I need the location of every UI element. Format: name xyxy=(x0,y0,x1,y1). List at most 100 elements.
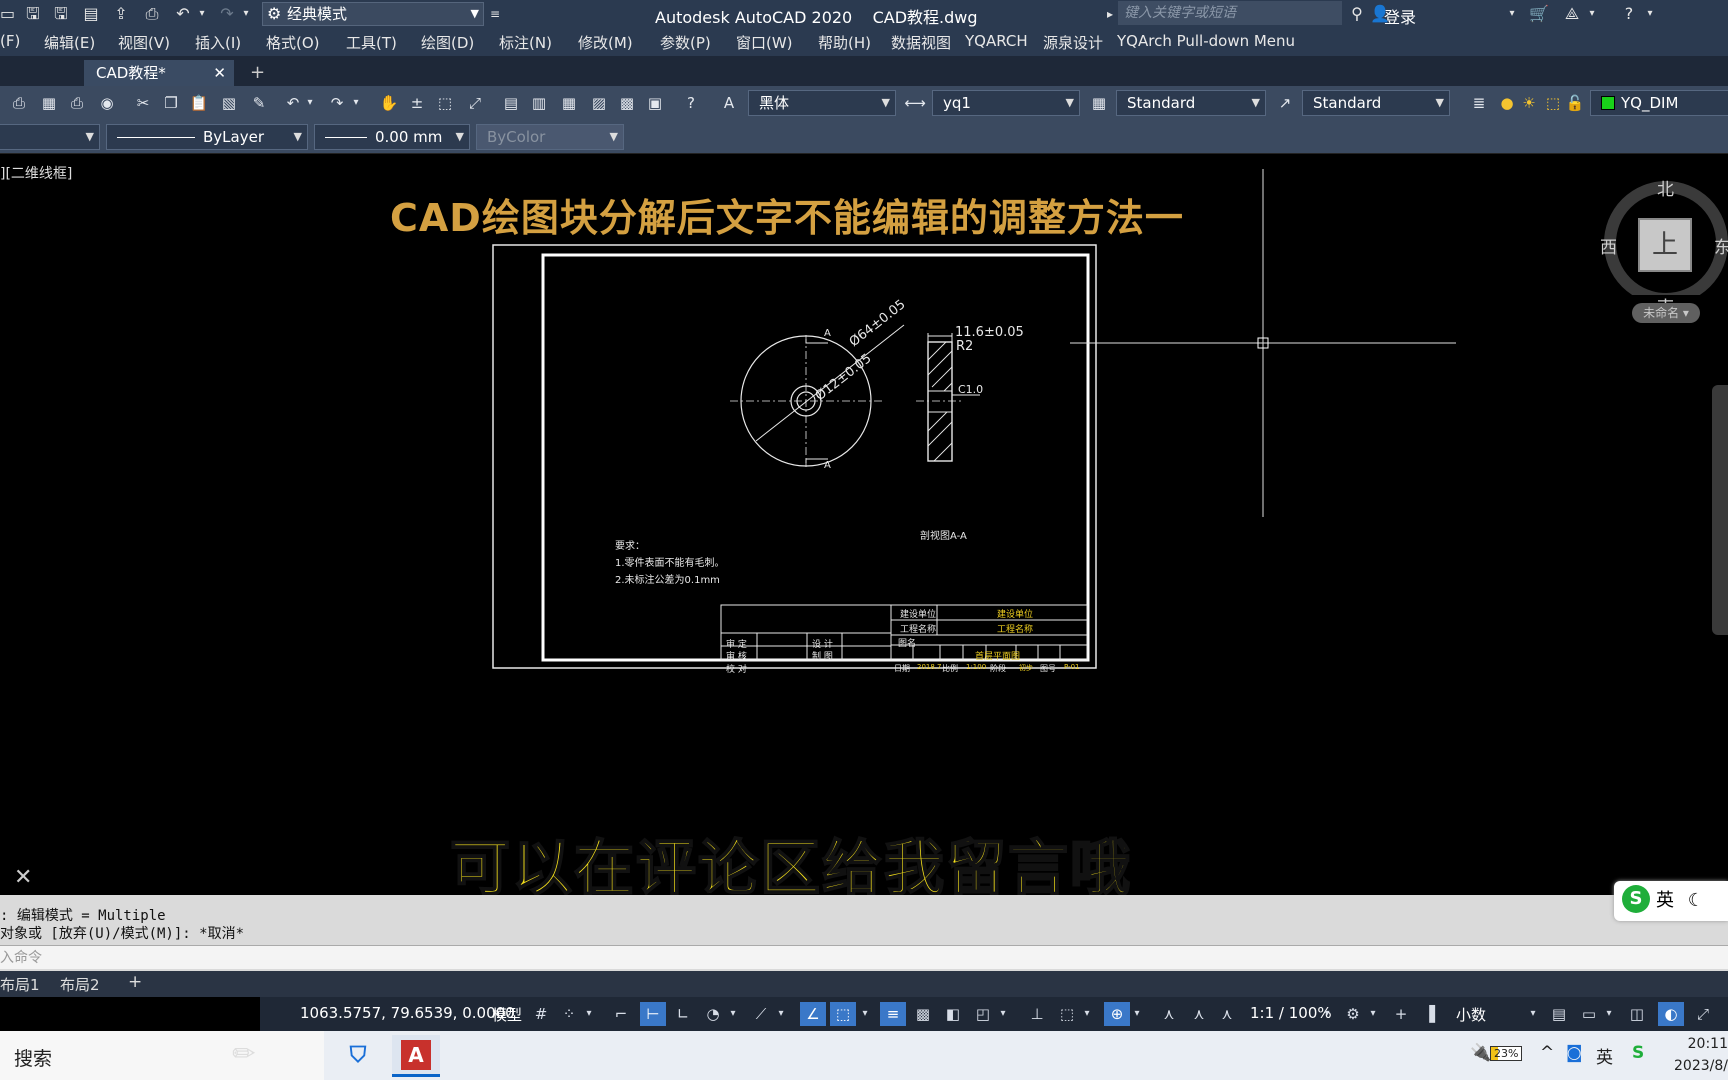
redo-dropdown-icon[interactable]: ▾ xyxy=(350,92,362,114)
calculator-icon[interactable]: ▣ xyxy=(644,92,666,114)
power-icon[interactable]: 🔌 xyxy=(1470,1043,1491,1063)
menu-yqarch-pulldown[interactable]: YQArch Pull-down Menu xyxy=(1117,32,1295,50)
pan-icon[interactable]: ✋ xyxy=(378,92,400,114)
units-icon[interactable]: ▌ xyxy=(1422,1002,1448,1026)
ime-toolbar[interactable]: S英 ☾ xyxy=(1614,881,1728,921)
layer-properties-icon[interactable]: ≣ xyxy=(1468,92,1490,114)
menu-view[interactable]: 视图(V) xyxy=(118,32,170,53)
close-icon[interactable]: ✕ xyxy=(213,60,226,86)
match-properties-icon[interactable]: ▧ xyxy=(218,92,240,114)
sogou-tray-icon[interactable]: S xyxy=(1632,1043,1644,1063)
drawing-canvas[interactable]: ][二维线框] CAD绘图块分解后文字不能编辑的调整方法一 A A Ø64±0.… xyxy=(0,155,1728,905)
cart-icon[interactable]: 🛒 xyxy=(1528,3,1550,25)
table-style-icon[interactable]: ▦ xyxy=(1088,92,1110,114)
multileader-style-select[interactable]: Standard ▼ xyxy=(1302,90,1450,116)
file-tab[interactable]: CAD教程* ✕ xyxy=(84,60,234,86)
3d-osnap-icon[interactable]: ◰ xyxy=(970,1002,996,1026)
publish-icon[interactable]: ⇪ xyxy=(110,3,132,25)
block-editor-icon[interactable]: ✎ xyxy=(248,92,270,114)
layer-thaw-icon[interactable]: ☀ xyxy=(1518,92,1540,114)
polar-dropdown-icon[interactable]: ▾ xyxy=(726,1002,740,1026)
cut-icon[interactable]: ✂ xyxy=(132,92,154,114)
lineweight-icon[interactable]: ≡ xyxy=(880,1002,906,1026)
dim-style-select[interactable]: yq1 ▼ xyxy=(932,90,1080,116)
save-icon[interactable]: 🖫 xyxy=(22,3,44,25)
menu-edit[interactable]: 编辑(E) xyxy=(44,32,95,53)
redo-dropdown-icon[interactable]: ▾ xyxy=(240,3,252,25)
gizmo-icon[interactable]: ⊕ xyxy=(1104,1002,1130,1026)
tray-app-icon[interactable]: ◙ xyxy=(1566,1043,1583,1063)
quick-properties-icon[interactable]: ▤ xyxy=(1546,1002,1572,1026)
compass-west[interactable]: 西 xyxy=(1600,233,1617,258)
zoom-window-icon[interactable]: ⬚ xyxy=(434,92,456,114)
snap-icon[interactable]: ⁘ xyxy=(556,1002,582,1026)
transparency-icon[interactable]: ▩ xyxy=(910,1002,936,1026)
dynamic-ucs-icon[interactable]: ⊥ xyxy=(1024,1002,1050,1026)
plot-icon[interactable]: ⎙ xyxy=(8,92,30,114)
workspace-dropdown-icon[interactable]: ▾ xyxy=(1366,1002,1380,1026)
multileader-style-icon[interactable]: ↗ xyxy=(1274,92,1296,114)
redo-icon[interactable]: ↷ xyxy=(326,92,348,114)
undo-icon[interactable]: ↶ xyxy=(282,92,304,114)
chevron-up-icon[interactable]: ^ xyxy=(1540,1043,1554,1063)
publish-icon[interactable]: ⎙ xyxy=(66,92,88,114)
layout-tab-1[interactable]: 布局1 xyxy=(0,974,40,995)
table-style-select[interactable]: Standard ▼ xyxy=(1116,90,1266,116)
selection-filter-dropdown-icon[interactable]: ▾ xyxy=(1080,1002,1094,1026)
selection-filter-icon[interactable]: ⬚ xyxy=(1054,1002,1080,1026)
dim-style-icon[interactable]: ⟷ xyxy=(904,92,926,114)
menu-modify[interactable]: 修改(M) xyxy=(578,32,633,53)
open-web-icon[interactable]: ▤ xyxy=(80,3,102,25)
redo-icon[interactable]: ↷ xyxy=(216,3,238,25)
taskbar-search[interactable]: 搜索 ✏ xyxy=(0,1031,324,1080)
isodraft-icon[interactable]: ⟋ xyxy=(748,1002,774,1026)
binoculars-icon[interactable]: ⚲ xyxy=(1346,3,1368,25)
help-icon[interactable]: ? xyxy=(1616,3,1642,25)
help-search-input[interactable]: 键入关键字或短语 xyxy=(1118,1,1342,25)
compass-east[interactable]: 东 xyxy=(1714,233,1728,258)
menu-format[interactable]: 格式(O) xyxy=(266,32,320,53)
login-link[interactable]: 登录 xyxy=(1384,4,1416,28)
model-space-button[interactable]: 模型 xyxy=(492,1004,522,1025)
text-style-icon[interactable]: A xyxy=(718,92,740,114)
lineweight-select[interactable]: 0.00 mm ▼ xyxy=(314,124,470,150)
ortho-icon[interactable]: ∟ xyxy=(670,1002,696,1026)
moon-icon[interactable]: ☾ xyxy=(1688,890,1704,911)
help-dropdown-icon[interactable]: ▾ xyxy=(1644,3,1656,25)
copy-icon[interactable]: ❐ xyxy=(160,92,182,114)
grid-icon[interactable]: # xyxy=(528,1002,554,1026)
viewcube-face-top[interactable]: 上 xyxy=(1638,218,1692,272)
layer-viewport-icon[interactable]: ⬚ xyxy=(1542,92,1564,114)
3d-osnap-dropdown-icon[interactable]: ▾ xyxy=(996,1002,1010,1026)
compass-north[interactable]: 北 xyxy=(1657,175,1674,200)
paste-icon[interactable]: 📋 xyxy=(188,92,210,114)
menu-parametric[interactable]: 参数(P) xyxy=(660,32,711,53)
login-dropdown-icon[interactable]: ▾ xyxy=(1506,3,1518,25)
layer-lock-icon[interactable]: 🔓 xyxy=(1564,92,1586,114)
linetype-select[interactable]: ByLayer ▼ xyxy=(106,124,308,150)
infer-constraints-icon[interactable]: ⌐ xyxy=(608,1002,634,1026)
viewcube[interactable]: 北 南 西 东 上 未命名 ▾ xyxy=(1600,155,1728,345)
layout-tab-2[interactable]: 布局2 xyxy=(60,974,100,995)
taskbar-app-autocad[interactable]: A xyxy=(392,1035,440,1077)
workspace-switching-icon[interactable]: ⚙ xyxy=(1340,1002,1366,1026)
snap-dropdown-icon[interactable]: ▾ xyxy=(582,1002,596,1026)
sheet-set-icon[interactable]: ▨ xyxy=(588,92,610,114)
lock-ui-dropdown-icon[interactable]: ▾ xyxy=(1602,1002,1616,1026)
tool-palettes-icon[interactable]: ▦ xyxy=(558,92,580,114)
zoom-previous-icon[interactable]: ⤢ xyxy=(464,92,486,114)
text-style-select[interactable]: 黑体 ▼ xyxy=(748,90,896,116)
isolate-objects-icon[interactable]: ◫ xyxy=(1624,1002,1650,1026)
polar-tracking-icon[interactable]: ◔ xyxy=(700,1002,726,1026)
a360-dropdown-icon[interactable]: ▾ xyxy=(1586,3,1598,25)
osnap-dropdown-icon[interactable]: ▾ xyxy=(858,1002,872,1026)
ucs-menu[interactable]: 未命名 ▾ xyxy=(1632,303,1700,323)
navigation-bar[interactable] xyxy=(1712,385,1728,635)
annotation-scale-icon[interactable]: ⋏ xyxy=(1214,1002,1240,1026)
plot-preview-icon[interactable]: ▦ xyxy=(38,92,60,114)
menu-dimension[interactable]: 标注(N) xyxy=(499,32,552,53)
annotation-visibility-icon[interactable]: ⋏ xyxy=(1156,1002,1182,1026)
customize-qat-icon[interactable]: ≡ xyxy=(488,3,502,25)
annotation-monitor-icon[interactable]: + xyxy=(1388,1002,1414,1026)
ime-indicator[interactable]: 英 xyxy=(1596,1043,1613,1068)
